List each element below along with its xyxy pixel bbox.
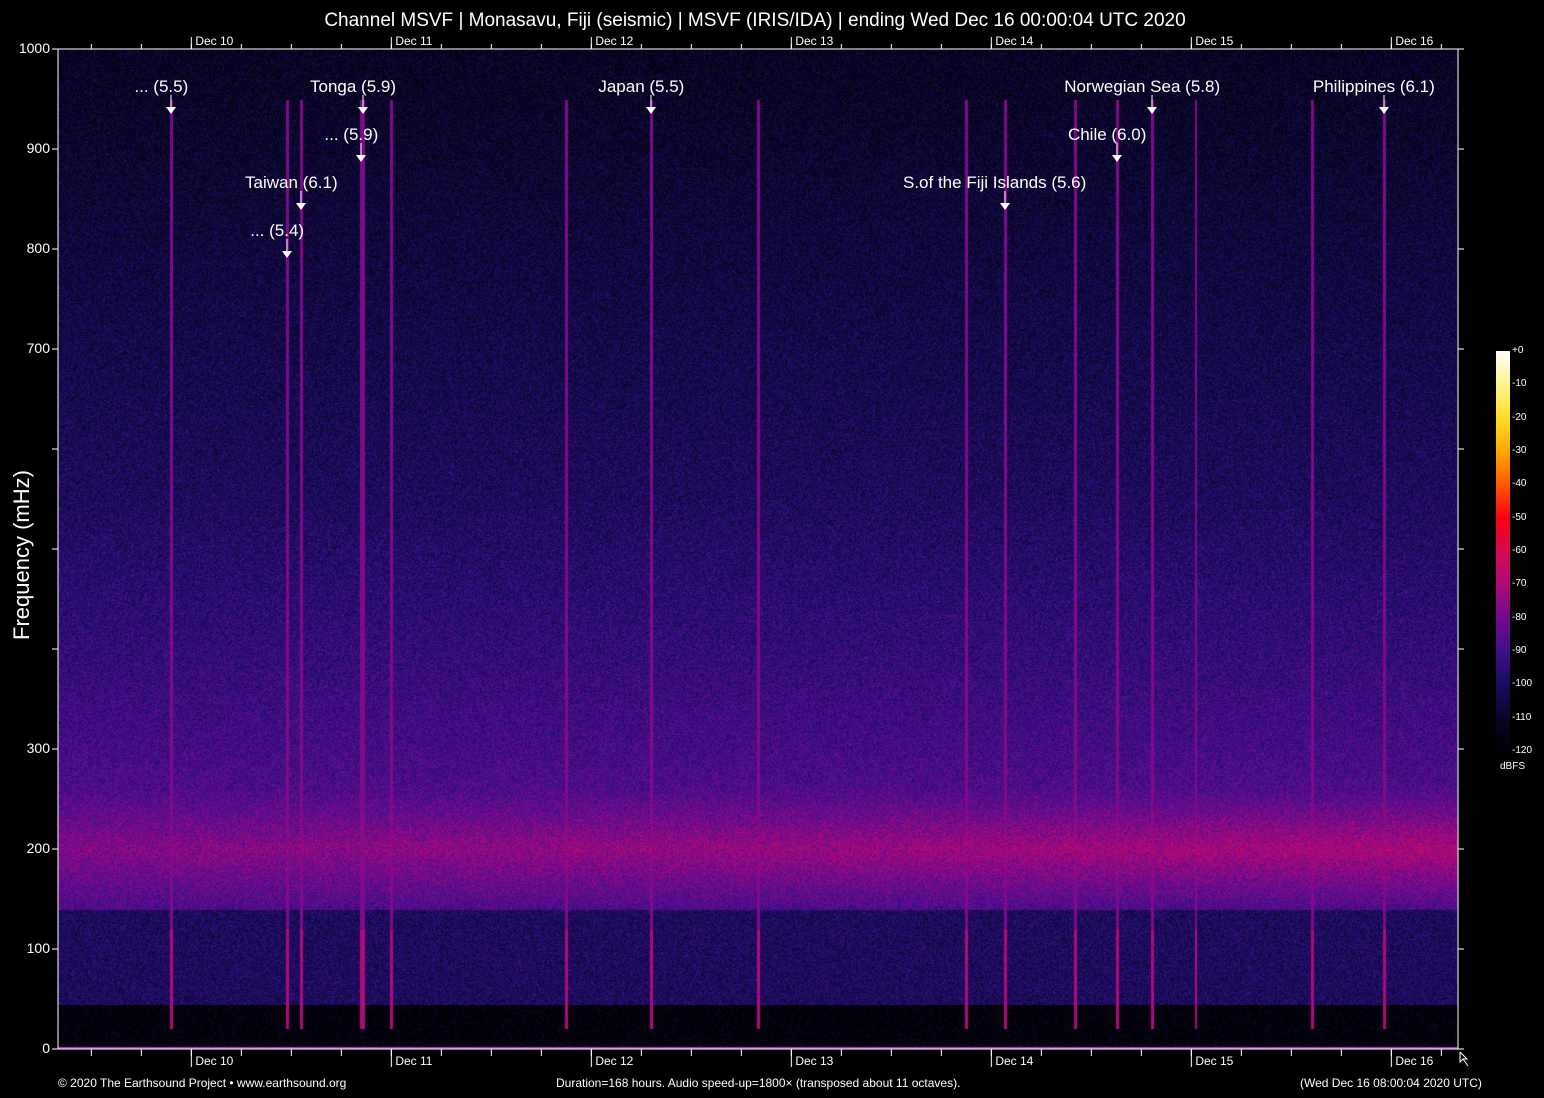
y-tick-label: 300 [10, 740, 50, 756]
event-label: Chile (6.0) [1068, 125, 1146, 145]
y-tick-label: 900 [10, 140, 50, 156]
x-tick-label-top: Dec 13 [795, 34, 833, 48]
down-arrow-icon [1112, 143, 1122, 163]
y-tick-label: 700 [10, 340, 50, 356]
colorbar-tick-label: +0 [1512, 345, 1523, 356]
event-label: S.of the Fiji Islands (5.6) [903, 173, 1086, 193]
y-tick-label: 200 [10, 840, 50, 856]
x-tick-label-bottom: Dec 10 [195, 1054, 233, 1068]
colorbar [1496, 351, 1510, 751]
spectrogram-plot [58, 49, 1458, 1049]
x-tick-label-bottom: Dec 12 [595, 1054, 633, 1068]
x-tick-label-bottom: Dec 15 [1195, 1054, 1233, 1068]
y-axis-label: Frequency (mHz) [9, 470, 35, 640]
y-tick-label: 1000 [10, 40, 50, 56]
x-tick-label-top: Dec 16 [1395, 34, 1433, 48]
event-label: Norwegian Sea (5.8) [1064, 77, 1220, 97]
down-arrow-icon [358, 95, 368, 115]
down-arrow-icon [1147, 95, 1157, 115]
x-tick-label-top: Dec 11 [395, 34, 432, 48]
down-arrow-icon [646, 95, 656, 115]
event-label: Philippines (6.1) [1313, 77, 1435, 97]
axes-frame [58, 49, 1458, 1049]
colorbar-tick-label: -10 [1512, 378, 1526, 389]
event-label: Tonga (5.9) [310, 77, 396, 97]
y-tick-label: 100 [10, 940, 50, 956]
down-arrow-icon [1000, 191, 1010, 211]
colorbar-unit: dBFS [1500, 761, 1525, 772]
colorbar-tick-label: -20 [1512, 412, 1526, 423]
x-tick-label-bottom: Dec 16 [1395, 1054, 1433, 1068]
event-label: ... (5.5) [134, 77, 188, 97]
colorbar-tick-label: -80 [1512, 612, 1526, 623]
chart-title: Channel MSVF | Monasavu, Fiji (seismic) … [0, 10, 1510, 32]
colorbar-tick-label: -50 [1512, 512, 1526, 523]
x-tick-label-bottom: Dec 11 [395, 1054, 432, 1068]
down-arrow-icon [282, 239, 292, 259]
y-tick-label: 800 [10, 240, 50, 256]
colorbar-tick-label: -70 [1512, 578, 1526, 589]
event-label: ... (5.9) [324, 125, 378, 145]
down-arrow-icon [1379, 95, 1389, 115]
colorbar-tick-label: -120 [1512, 745, 1532, 756]
event-label: ... (5.4) [250, 221, 304, 241]
x-tick-label-bottom: Dec 13 [795, 1054, 833, 1068]
x-tick-label-top: Dec 12 [595, 34, 633, 48]
event-label: Japan (5.5) [598, 77, 684, 97]
colorbar-tick-label: -40 [1512, 478, 1526, 489]
end-time: (Wed Dec 16 08:00:04 2020 UTC) [1300, 1076, 1482, 1090]
x-tick-label-top: Dec 15 [1195, 34, 1233, 48]
x-tick-label-bottom: Dec 14 [995, 1054, 1033, 1068]
copyright: © 2020 The Earthsound Project • www.eart… [58, 1076, 346, 1090]
event-label: Taiwan (6.1) [245, 173, 338, 193]
colorbar-tick-label: -90 [1512, 645, 1526, 656]
colorbar-tick-label: -100 [1512, 678, 1532, 689]
duration-info: Duration=168 hours. Audio speed-up=1800×… [556, 1076, 960, 1090]
colorbar-tick-label: -30 [1512, 445, 1526, 456]
down-arrow-icon [166, 95, 176, 115]
down-arrow-icon [356, 143, 366, 163]
colorbar-tick-label: -110 [1512, 712, 1531, 723]
colorbar-tick-label: -60 [1512, 545, 1526, 556]
end-marker-icon [1460, 1052, 1468, 1066]
down-arrow-icon [296, 191, 306, 211]
x-tick-label-top: Dec 14 [995, 34, 1033, 48]
y-tick-label: 0 [10, 1040, 50, 1056]
x-tick-label-top: Dec 10 [195, 34, 233, 48]
